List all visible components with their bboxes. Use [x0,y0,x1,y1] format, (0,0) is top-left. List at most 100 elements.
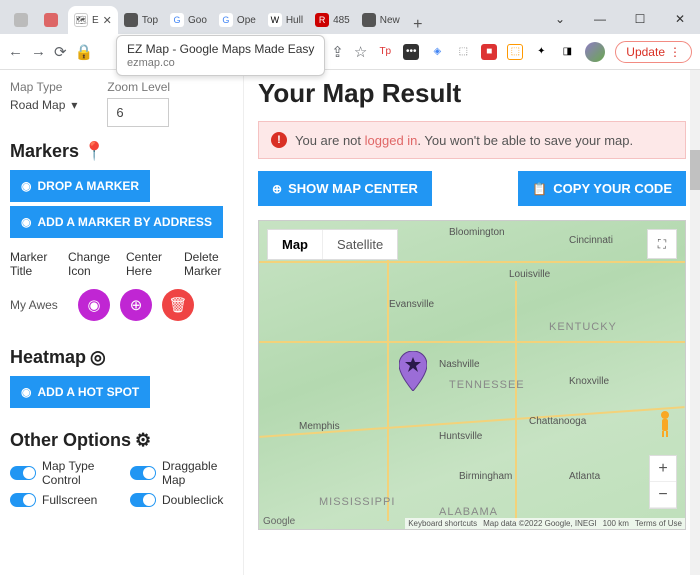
pegman[interactable] [653,409,677,439]
marker-row: My Awes ◉ ⊕ 🗑 [10,289,233,321]
sidepanel-icon[interactable]: ◨ [559,44,575,60]
toggle[interactable] [130,466,156,480]
ext-icon[interactable]: ◈ [429,44,445,60]
col-delete: Delete Marker [184,250,232,279]
favicon [14,13,28,27]
close-icon[interactable]: ✕ [103,14,112,27]
share-icon[interactable]: ⇪ [331,43,344,61]
tab-7[interactable]: R485 [309,6,356,34]
profile-avatar[interactable] [585,42,605,62]
zoom-field: Zoom Level [107,80,170,127]
city-label: Louisville [509,269,550,280]
heatmap-heading: Heatmap◎ [10,347,233,368]
zoom-input[interactable] [107,98,169,127]
tab-active-ezmap[interactable]: 🗺 E ✕ [68,6,118,34]
keyboard-shortcuts[interactable]: Keyboard shortcuts [408,519,477,528]
close-button[interactable]: ✕ [660,4,700,34]
opt-doubleclick[interactable]: Doubleclick [130,493,230,507]
back-button[interactable]: ← [8,43,23,60]
toggle[interactable] [10,466,36,480]
favicon: G [170,13,184,27]
map-attribution: Keyboard shortcuts Map data ©2022 Google… [405,518,685,529]
tab-label: Hull [286,15,303,26]
tab-6[interactable]: W Hull [262,6,309,34]
update-button[interactable]: Update⋮ [615,41,692,63]
scrollbar-thumb[interactable] [690,150,700,190]
tab-label: E [92,15,99,26]
content: Your Map Result ! You are not logged in.… [244,70,700,575]
tab-label: New [380,15,400,26]
reload-button[interactable]: ⟳ [54,43,67,61]
tab-3[interactable]: Top [118,6,164,34]
clipboard-icon: 📋 [532,182,547,196]
tab-1[interactable] [38,6,68,34]
col-icon: Change Icon [68,250,116,279]
zoom-label: Zoom Level [107,80,170,94]
target-icon: ◎ [90,347,106,368]
window-controls: ⌄ — ☐ ✕ [540,4,700,34]
pin-icon: ◉ [21,385,31,399]
tooltip-title: EZ Map - Google Maps Made Easy [127,42,314,56]
chevron-down-icon[interactable]: ⌄ [540,4,580,34]
forward-button[interactable]: → [31,43,46,60]
city-label: Nashville [439,359,480,370]
tab-0[interactable] [8,6,38,34]
extensions-icon[interactable]: ✦ [533,44,549,60]
tab-label: Goo [188,15,207,26]
show-map-center-button[interactable]: ⊕SHOW MAP CENTER [258,171,432,206]
copy-code-button[interactable]: 📋COPY YOUR CODE [518,171,686,206]
ext-icon[interactable]: ••• [403,44,419,60]
delete-marker-button[interactable]: 🗑 [162,289,194,321]
city-label: Huntsville [439,431,482,442]
bookmark-icon[interactable]: ☆ [354,43,367,61]
add-marker-address-button[interactable]: ◉ADD A MARKER BY ADDRESS [10,206,223,238]
favicon: W [268,13,282,27]
tab-8[interactable]: New [356,6,406,34]
add-hotspot-button[interactable]: ◉ADD A HOT SPOT [10,376,150,408]
menu-icon[interactable]: ⋮ [669,45,681,59]
city-label: Knoxville [569,376,609,387]
favicon [362,13,376,27]
chevron-down-icon: ▾ [71,98,77,112]
fullscreen-button[interactable]: ⛶ [647,229,677,259]
markers-heading: Markers📍 [10,141,233,162]
drop-marker-button[interactable]: ◉DROP A MARKER [10,170,150,202]
change-icon-button[interactable]: ◉ [78,289,110,321]
ext-icon[interactable]: ⬚ [455,44,471,60]
tab-4[interactable]: G Goo [164,6,213,34]
city-label: Memphis [299,421,340,432]
satellite-view-button[interactable]: Satellite [323,230,397,259]
tab-label: Top [142,15,158,26]
col-title: Marker Title [10,250,58,279]
scrollbar-track[interactable] [690,70,700,575]
other-options-heading: Other Options⚙ [10,430,233,451]
browser-tab-strip: 🗺 E ✕ Top G Goo GOpe W Hull R485 New + ⌄ —… [0,0,700,34]
minimize-button[interactable]: — [580,4,620,34]
ext-icon[interactable]: ⬚ [507,44,523,60]
state-label: TENNESSEE [449,379,525,391]
map-icon: 🗺 [74,13,88,27]
maptype-label: Map Type [10,80,77,94]
maptype-field[interactable]: Map Type Road Map▾ [10,80,77,127]
ext-icon[interactable]: Tp [377,44,393,60]
ext-icon[interactable]: ■ [481,44,497,60]
opt-fullscreen[interactable]: Fullscreen [10,493,110,507]
terms-link[interactable]: Terms of Use [635,519,682,528]
city-label: Evansville [389,299,434,310]
map-marker[interactable] [399,351,427,396]
opt-maptype-control[interactable]: Map Type Control [10,459,110,487]
login-link[interactable]: logged in [365,133,418,148]
opt-draggable-map[interactable]: Draggable Map [130,459,230,487]
maximize-button[interactable]: ☐ [620,4,660,34]
zoom-out-button[interactable]: − [650,482,676,508]
toggle[interactable] [130,493,156,507]
zoom-controls: + − [649,455,677,509]
new-tab-button[interactable]: + [406,16,430,34]
map-view-button[interactable]: Map [268,230,323,259]
toggle[interactable] [10,493,36,507]
favicon [44,13,58,27]
center-here-button[interactable]: ⊕ [120,289,152,321]
tab-5[interactable]: GOpe [213,6,262,34]
map-canvas[interactable]: Map Satellite ⛶ Bloomington Cincinnati L… [258,220,686,530]
zoom-in-button[interactable]: + [650,456,676,482]
